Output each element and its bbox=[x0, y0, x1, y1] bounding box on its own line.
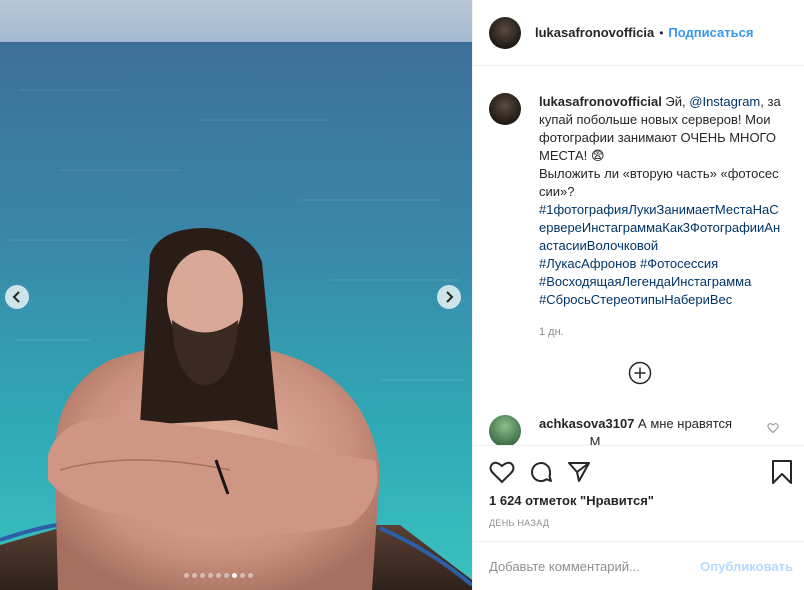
comment-bubble-icon bbox=[531, 462, 552, 483]
carousel-dot bbox=[208, 573, 213, 578]
post-sidebar: lukasafronovofficia • Подписаться lukasa… bbox=[472, 0, 804, 590]
post-image bbox=[0, 0, 472, 590]
carousel-dot bbox=[232, 573, 237, 578]
save-button[interactable] bbox=[771, 459, 793, 485]
carousel-dot bbox=[200, 573, 205, 578]
hashtag-link[interactable]: #Фотосессия bbox=[640, 256, 718, 271]
chevron-right-icon bbox=[446, 291, 454, 303]
comment-item: achkasova3107 А мне нравятся М bbox=[489, 415, 789, 445]
publish-button[interactable]: Опубликовать bbox=[700, 559, 793, 574]
paper-plane-icon bbox=[568, 462, 590, 482]
likes-count[interactable]: 1 624 отметок "Нравится" bbox=[473, 486, 804, 508]
carousel-dot bbox=[216, 573, 221, 578]
comment-text-cut: М bbox=[539, 434, 601, 445]
commenter-username[interactable]: achkasova3107 bbox=[539, 416, 634, 431]
post-header: lukasafronovofficia • Подписаться bbox=[473, 0, 804, 66]
hashtag-link[interactable]: #1фотографияЛукиЗанимаетМестаНаСервереИн… bbox=[539, 202, 780, 253]
hashtag-link[interactable]: #ЛукасАфронов bbox=[539, 256, 636, 271]
commenter-avatar[interactable] bbox=[489, 415, 521, 445]
hashtag-link[interactable]: #СбросьСтереотипыНабериВес bbox=[539, 292, 732, 307]
comments-area[interactable]: lukasafronovofficial Эй, @Instagram, зак… bbox=[473, 67, 804, 445]
load-more-comments-button[interactable] bbox=[628, 361, 652, 385]
post-photo[interactable] bbox=[0, 0, 472, 590]
share-button[interactable] bbox=[567, 460, 591, 484]
carousel-dot bbox=[248, 573, 253, 578]
author-username[interactable]: lukasafronovofficia bbox=[535, 25, 654, 40]
post-actions: 1 624 отметок "Нравится" ДЕНЬ НАЗАД bbox=[473, 445, 804, 541]
carousel-indicator bbox=[184, 573, 253, 578]
like-button[interactable] bbox=[489, 460, 515, 484]
carousel-dot bbox=[192, 573, 197, 578]
carousel-dot bbox=[240, 573, 245, 578]
comment-button[interactable] bbox=[529, 460, 553, 484]
carousel-dot bbox=[184, 573, 189, 578]
plus-circle-icon bbox=[628, 361, 652, 385]
caption-avatar[interactable] bbox=[489, 93, 521, 125]
add-comment-bar: Опубликовать bbox=[473, 541, 804, 590]
comment-text: А мне нравятся bbox=[634, 416, 733, 431]
comment-input[interactable] bbox=[489, 558, 693, 574]
next-photo-button[interactable] bbox=[437, 285, 461, 309]
post-caption: lukasafronovofficial Эй, @Instagram, зак… bbox=[473, 67, 804, 341]
hashtag-link[interactable]: #ВосходящаяЛегендаИнстаграмма bbox=[539, 274, 751, 289]
previous-photo-button[interactable] bbox=[5, 285, 29, 309]
caption-text-1: Эй, bbox=[661, 94, 690, 109]
author-avatar[interactable] bbox=[489, 16, 521, 49]
heart-outline-icon bbox=[767, 423, 779, 434]
follow-button[interactable]: Подписаться bbox=[668, 25, 753, 40]
caption-timestamp[interactable]: 1 дн. bbox=[539, 323, 783, 341]
chevron-left-icon bbox=[12, 291, 20, 303]
like-comment-button[interactable] bbox=[767, 421, 779, 445]
heart-icon bbox=[489, 461, 515, 484]
post-date[interactable]: ДЕНЬ НАЗАД bbox=[473, 508, 804, 528]
bookmark-icon bbox=[772, 460, 792, 484]
caption-username[interactable]: lukasafronovofficial bbox=[539, 94, 662, 109]
carousel-dot bbox=[224, 573, 229, 578]
caption-text-3: Выложить ли «вторую часть» «фотосессии»? bbox=[539, 166, 779, 199]
mention-link[interactable]: @Instagram bbox=[689, 94, 760, 109]
header-separator: • bbox=[659, 25, 664, 40]
